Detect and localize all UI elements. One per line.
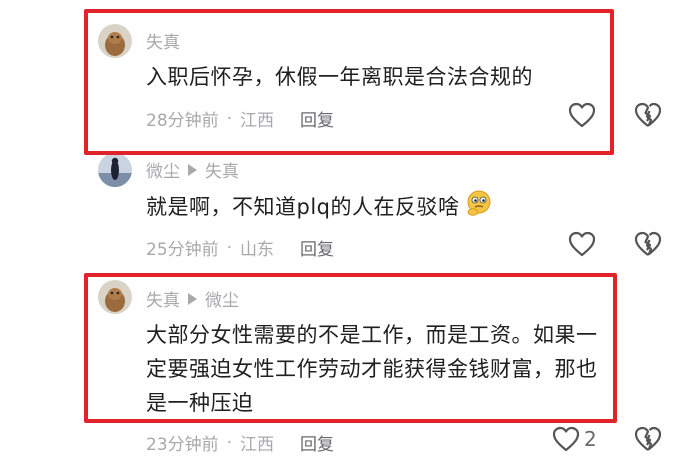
broken-heart-icon [634,231,662,256]
like-button[interactable] [568,231,596,257]
timestamp: 28分钟前 [146,111,219,131]
thinking-face-emoji-icon [464,189,494,227]
comment-text: 就是啊，不知道plq的人在反驳啥 [146,189,494,227]
reply-to-arrow-icon [188,292,197,305]
comment-text-line: 入职后怀孕，休假一年离职是合法合规的 [146,65,533,89]
comment-text-line-3: 是一种压迫 [146,391,254,415]
avatar[interactable] [98,24,132,58]
location: 山东 [240,240,275,260]
like-button[interactable]: 2 [552,426,597,452]
timestamp: 25分钟前 [146,240,219,260]
comment-meta: 28分钟前 · 江西 回复 [146,106,334,132]
comment-meta: 25分钟前 · 山东 回复 [146,235,334,261]
dislike-button[interactable] [634,231,662,261]
avatar[interactable] [98,280,132,314]
like-button[interactable] [568,102,596,128]
username: 失真 微尘 [146,286,239,311]
comment-text-line-1: 大部分女性需要的不是工作，而是工资。如果一 [146,323,598,347]
comment-text: 大部分女性需要的不是工作，而是工资。如果一 定要强迫女性工作劳动才能获得金钱财富… [146,318,598,420]
reply-button[interactable]: 回复 [300,430,334,455]
username-label[interactable]: 失真 [146,286,180,311]
comment-text-line: 就是啊，不知道plq的人在反驳啥 [146,195,460,219]
reply-button[interactable]: 回复 [300,235,334,260]
reply-to-arrow-icon [188,163,197,176]
separator: · [226,237,233,258]
separator: · [226,432,233,453]
broken-heart-icon [634,426,662,451]
location: 江西 [240,435,275,455]
avatar[interactable] [98,153,132,187]
dislike-button[interactable] [634,426,662,456]
reply-to-username[interactable]: 失真 [205,157,239,182]
username: 微尘 失真 [146,157,239,182]
separator: · [226,108,233,129]
timestamp: 23分钟前 [146,435,219,455]
heart-icon [568,102,596,128]
broken-heart-icon [634,102,662,127]
comment-text: 入职后怀孕，休假一年离职是合法合规的 [146,60,533,94]
location: 江西 [240,111,275,131]
comment-text-line-2: 定要强迫女性工作劳动才能获得金钱财富，那也 [146,357,598,381]
heart-icon [568,231,596,257]
username-label[interactable]: 失真 [146,28,180,53]
reply-button[interactable]: 回复 [300,106,334,131]
username[interactable]: 失真 [146,28,180,53]
reply-to-username[interactable]: 微尘 [205,286,239,311]
username-label[interactable]: 微尘 [146,157,180,182]
heart-icon [552,426,580,452]
dislike-button[interactable] [634,102,662,132]
comment-meta: 23分钟前 · 江西 回复 [146,430,334,456]
like-count: 2 [584,427,597,451]
